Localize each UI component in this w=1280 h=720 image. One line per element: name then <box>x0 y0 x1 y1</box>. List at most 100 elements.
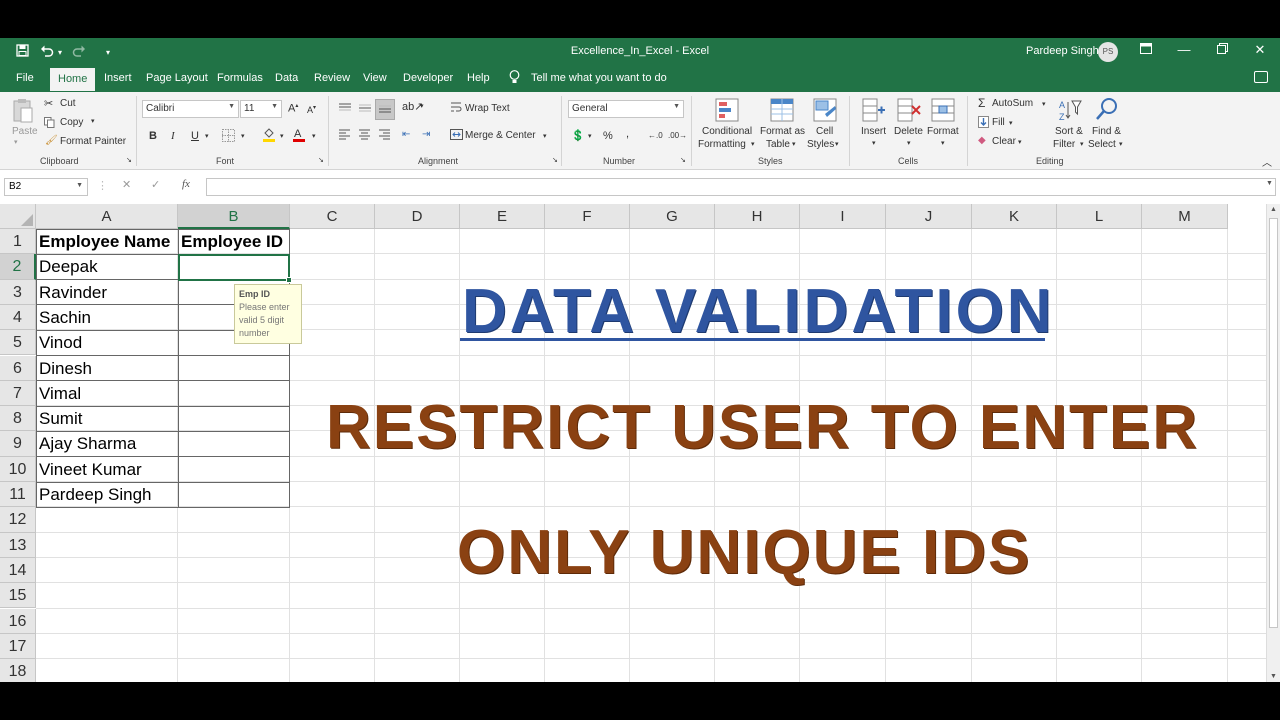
font-size-combo[interactable]: 11 ▼ <box>240 100 282 118</box>
row-header-6[interactable]: 6 <box>0 355 36 381</box>
enter-icon[interactable]: ✓ <box>151 178 160 191</box>
delete-cells-button[interactable]: Delete <box>894 126 923 137</box>
tab-formulas[interactable]: Formulas <box>217 72 263 84</box>
comma-style-icon[interactable]: , <box>626 128 629 140</box>
column-header-c[interactable]: C <box>290 204 375 229</box>
cell-styles-button-line2[interactable]: Styles <box>807 139 834 150</box>
autosum-button[interactable]: AutoSum <box>992 98 1033 109</box>
tab-view[interactable]: View <box>363 72 387 84</box>
font-name-combo[interactable]: Calibri ▼ <box>142 100 239 118</box>
insert-cells-button[interactable]: Insert <box>861 126 886 137</box>
column-header-g[interactable]: G <box>630 204 715 229</box>
tab-data[interactable]: Data <box>275 72 298 84</box>
row-header-11[interactable]: 11 <box>0 482 36 508</box>
cell-a9[interactable]: Ajay Sharma <box>36 431 178 456</box>
cell-b10[interactable] <box>178 457 289 482</box>
font-launcher-icon[interactable]: ↘ <box>318 156 324 164</box>
fill-handle[interactable] <box>286 277 292 283</box>
tab-file[interactable]: File <box>16 72 34 84</box>
conditional-formatting-button[interactable]: Conditional <box>702 126 752 137</box>
format-painter-icon[interactable]: 🖌 <box>45 135 58 146</box>
restore-icon[interactable] <box>1212 42 1232 57</box>
tell-me-search[interactable]: Tell me what you want to do <box>531 72 667 84</box>
cell-b11[interactable] <box>178 482 289 507</box>
alignment-launcher-icon[interactable]: ↘ <box>552 156 558 164</box>
cell-b8[interactable] <box>178 406 289 431</box>
row-header-15[interactable]: 15 <box>0 583 36 609</box>
name-box[interactable]: B2 ▼ <box>4 178 88 196</box>
format-cells-button[interactable]: Format <box>927 126 959 137</box>
merge-center-icon[interactable] <box>450 129 463 143</box>
sort-filter-button-line2[interactable]: Filter <box>1053 139 1075 150</box>
merge-dropdown-icon[interactable]: ▾ <box>543 132 547 140</box>
decrease-font-icon[interactable]: A▾ <box>307 104 316 115</box>
bold-button[interactable]: B <box>149 130 157 142</box>
number-launcher-icon[interactable]: ↘ <box>680 156 686 164</box>
format-cells-icon[interactable] <box>931 98 955 125</box>
conditional-dropdown-icon[interactable]: ▾ <box>751 140 755 148</box>
accounting-dropdown-icon[interactable]: ▾ <box>588 132 592 140</box>
cell-b6[interactable] <box>178 356 289 381</box>
font-color-dropdown-icon[interactable]: ▾ <box>312 132 316 140</box>
expand-formula-bar-icon[interactable]: ▼ <box>1266 180 1273 187</box>
row-header-16[interactable]: 16 <box>0 608 36 634</box>
wrap-text-button[interactable]: Wrap Text <box>465 103 510 114</box>
column-header-a[interactable]: A <box>36 204 178 229</box>
user-name[interactable]: Pardeep Singh <box>1026 45 1099 57</box>
align-center-icon[interactable] <box>358 129 371 143</box>
decrease-indent-icon[interactable]: ⇤ <box>402 129 410 140</box>
cell-a6[interactable]: Dinesh <box>36 356 178 381</box>
row-header-2[interactable]: 2 <box>0 254 36 280</box>
format-as-table-dropdown-icon[interactable]: ▾ <box>792 140 796 148</box>
eraser-icon[interactable]: ◆ <box>978 135 986 146</box>
align-middle-icon[interactable] <box>358 102 372 117</box>
cell-b7[interactable] <box>178 381 289 406</box>
column-header-f[interactable]: F <box>545 204 630 229</box>
autosum-dropdown-icon[interactable]: ▾ <box>1042 100 1046 108</box>
format-as-table-button-line2[interactable]: Table <box>766 139 790 150</box>
delete-cells-icon[interactable] <box>897 98 921 125</box>
row-header-14[interactable]: 14 <box>0 557 36 584</box>
cut-icon[interactable]: ✂ <box>44 97 53 110</box>
cancel-icon[interactable]: ✕ <box>122 178 131 191</box>
tab-insert[interactable]: Insert <box>104 72 132 84</box>
row-header-7[interactable]: 7 <box>0 380 36 407</box>
cell-a11[interactable]: Pardeep Singh <box>36 482 178 507</box>
column-header-j[interactable]: J <box>886 204 972 229</box>
row-header-3[interactable]: 3 <box>0 279 36 305</box>
row-header-18[interactable]: 18 <box>0 659 36 682</box>
sort-filter-icon[interactable]: AZ <box>1058 98 1082 125</box>
column-header-i[interactable]: I <box>800 204 886 229</box>
minimize-icon[interactable]: — <box>1174 42 1194 57</box>
row-header-10[interactable]: 10 <box>0 456 36 482</box>
scroll-up-icon[interactable]: ▲ <box>1270 206 1277 213</box>
cell-b9[interactable] <box>178 431 289 456</box>
paste-dropdown-icon[interactable]: ▾ <box>14 138 18 146</box>
ribbon-display-options-icon[interactable] <box>1136 42 1156 57</box>
row-header-1[interactable]: 1 <box>0 229 36 255</box>
worksheet-grid[interactable]: ABCDEFGHIJKLM 1 2 3 4 5 6 7 8 9 10 11 12 13 14 15 16 17 1… <box>0 204 1280 682</box>
column-header-l[interactable]: L <box>1057 204 1142 229</box>
comments-icon[interactable] <box>1254 71 1268 83</box>
accounting-format-icon[interactable]: 💲 <box>571 129 585 142</box>
lightbulb-icon[interactable] <box>509 70 520 87</box>
align-right-icon[interactable] <box>378 129 391 143</box>
cell-a10[interactable]: Vineet Kumar <box>36 457 178 482</box>
row-header-12[interactable]: 12 <box>0 507 36 533</box>
cell-a1[interactable]: Employee Name <box>36 229 178 254</box>
align-bottom-icon[interactable] <box>375 99 395 120</box>
decrease-decimal-icon[interactable]: .00→ <box>668 131 687 140</box>
sort-filter-dropdown-icon[interactable]: ▾ <box>1080 140 1084 148</box>
tab-review[interactable]: Review <box>314 72 350 84</box>
delete-dropdown-icon[interactable]: ▾ <box>907 139 911 147</box>
clipboard-launcher-icon[interactable]: ↘ <box>126 156 132 164</box>
tab-help[interactable]: Help <box>467 72 490 84</box>
cell-styles-dropdown-icon[interactable]: ▾ <box>835 140 839 148</box>
cell-a8[interactable]: Sumit <box>36 406 178 431</box>
borders-icon[interactable] <box>222 129 235 145</box>
clear-dropdown-icon[interactable]: ▾ <box>1018 138 1022 146</box>
format-as-table-button[interactable]: Format as <box>760 126 805 137</box>
find-select-button-line2[interactable]: Select <box>1088 139 1116 150</box>
increase-decimal-icon[interactable]: ←.0 <box>648 131 663 140</box>
insert-dropdown-icon[interactable]: ▾ <box>872 139 876 147</box>
